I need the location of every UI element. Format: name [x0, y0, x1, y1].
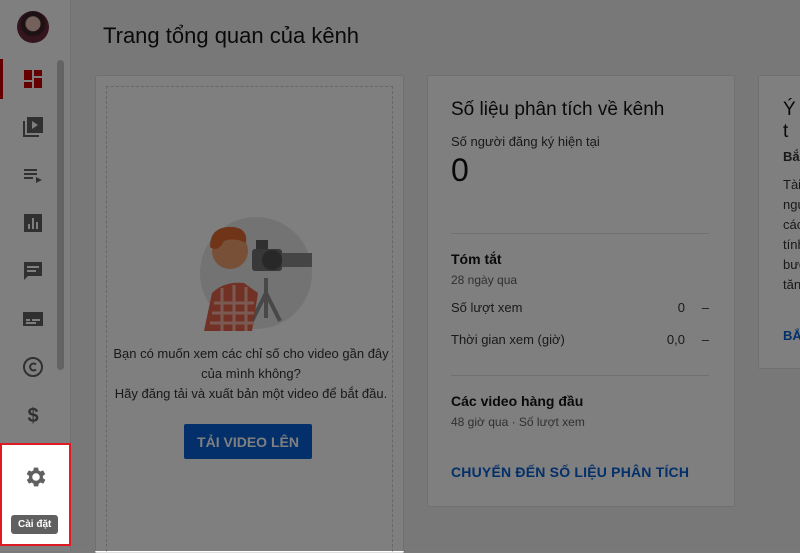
sidebar-item-settings[interactable]: Cài đặt: [0, 443, 71, 546]
ideas-card-line: tăn: [783, 277, 800, 292]
copyright-icon: [23, 357, 43, 377]
sidebar-scrollbar[interactable]: [57, 60, 64, 370]
metric-value: 0,0: [666, 332, 685, 347]
settings-tooltip: Cài đặt: [11, 515, 59, 534]
top-videos-subtitle: 48 giờ qua · Số lượt xem: [451, 415, 585, 429]
summary-title: Tóm tắt: [451, 251, 502, 267]
divider: [451, 233, 709, 234]
photographer-illustration: [200, 217, 312, 331]
metric-row-views: Số lượt xem 0 –: [451, 300, 709, 315]
metric-label: Thời gian xem (giờ): [451, 332, 565, 347]
metric-trend: –: [701, 300, 709, 315]
channel-avatar[interactable]: [17, 11, 49, 43]
ideas-card-title: Ý t: [783, 99, 796, 142]
playlists-icon: [24, 169, 42, 183]
ideas-card-line: bưc: [783, 257, 800, 272]
svg-text:$: $: [27, 405, 38, 427]
ideas-card-line: các: [783, 217, 800, 232]
ideas-card-line: ngu: [783, 197, 800, 212]
metric-value: 0: [677, 300, 685, 315]
current-subscribers-count: 0: [451, 152, 469, 188]
current-subscribers-label: Số người đăng ký hiện tại: [451, 134, 600, 149]
monetization-icon: $: [27, 405, 38, 427]
upload-prompt-line1: Bạn có muốn xem các chỉ số cho video gần…: [113, 346, 389, 361]
dashboard-icon: [24, 70, 42, 88]
upload-prompt-line2: của mình không?: [201, 366, 301, 381]
metric-label: Số lượt xem: [451, 300, 523, 315]
gear-icon: [26, 467, 46, 487]
upload-video-button[interactable]: TẢI VIDEO LÊN: [184, 424, 312, 459]
top-videos-title: Các video hàng đầu: [451, 393, 584, 409]
upload-prompt-line3: Hãy đăng tải và xuất bản một video để bắ…: [114, 386, 388, 401]
ideas-card-line: Tài: [783, 177, 800, 192]
analytics-icon: [24, 214, 42, 232]
app-root: $ Trang tổng quan của kênh Bạn có muốn x…: [0, 0, 800, 553]
upload-prompt: Bạn có muốn xem các chỉ số cho video gần…: [106, 344, 396, 404]
summary-period: 28 ngày qua: [451, 273, 518, 287]
go-to-analytics-link[interactable]: CHUYỂN ĐẾN SỐ LIỆU PHÂN TÍCH: [451, 464, 689, 480]
page-title: Trang tổng quan của kênh: [103, 23, 360, 48]
subtitles-icon: [23, 312, 43, 326]
analytics-card-title: Số liệu phân tích về kênh: [451, 99, 665, 120]
ideas-card-line: tính: [783, 237, 800, 252]
comments-icon: [24, 262, 42, 280]
metric-trend: –: [701, 332, 709, 347]
videos-icon: [23, 117, 43, 137]
ideas-card-link[interactable]: BẮ: [783, 328, 800, 343]
metric-row-watch-time: Thời gian xem (giờ) 0,0 –: [451, 332, 709, 347]
ideas-card-heading: Bắ: [783, 149, 800, 164]
divider: [451, 375, 709, 376]
sidebar-item-monetization[interactable]: $: [0, 391, 66, 439]
